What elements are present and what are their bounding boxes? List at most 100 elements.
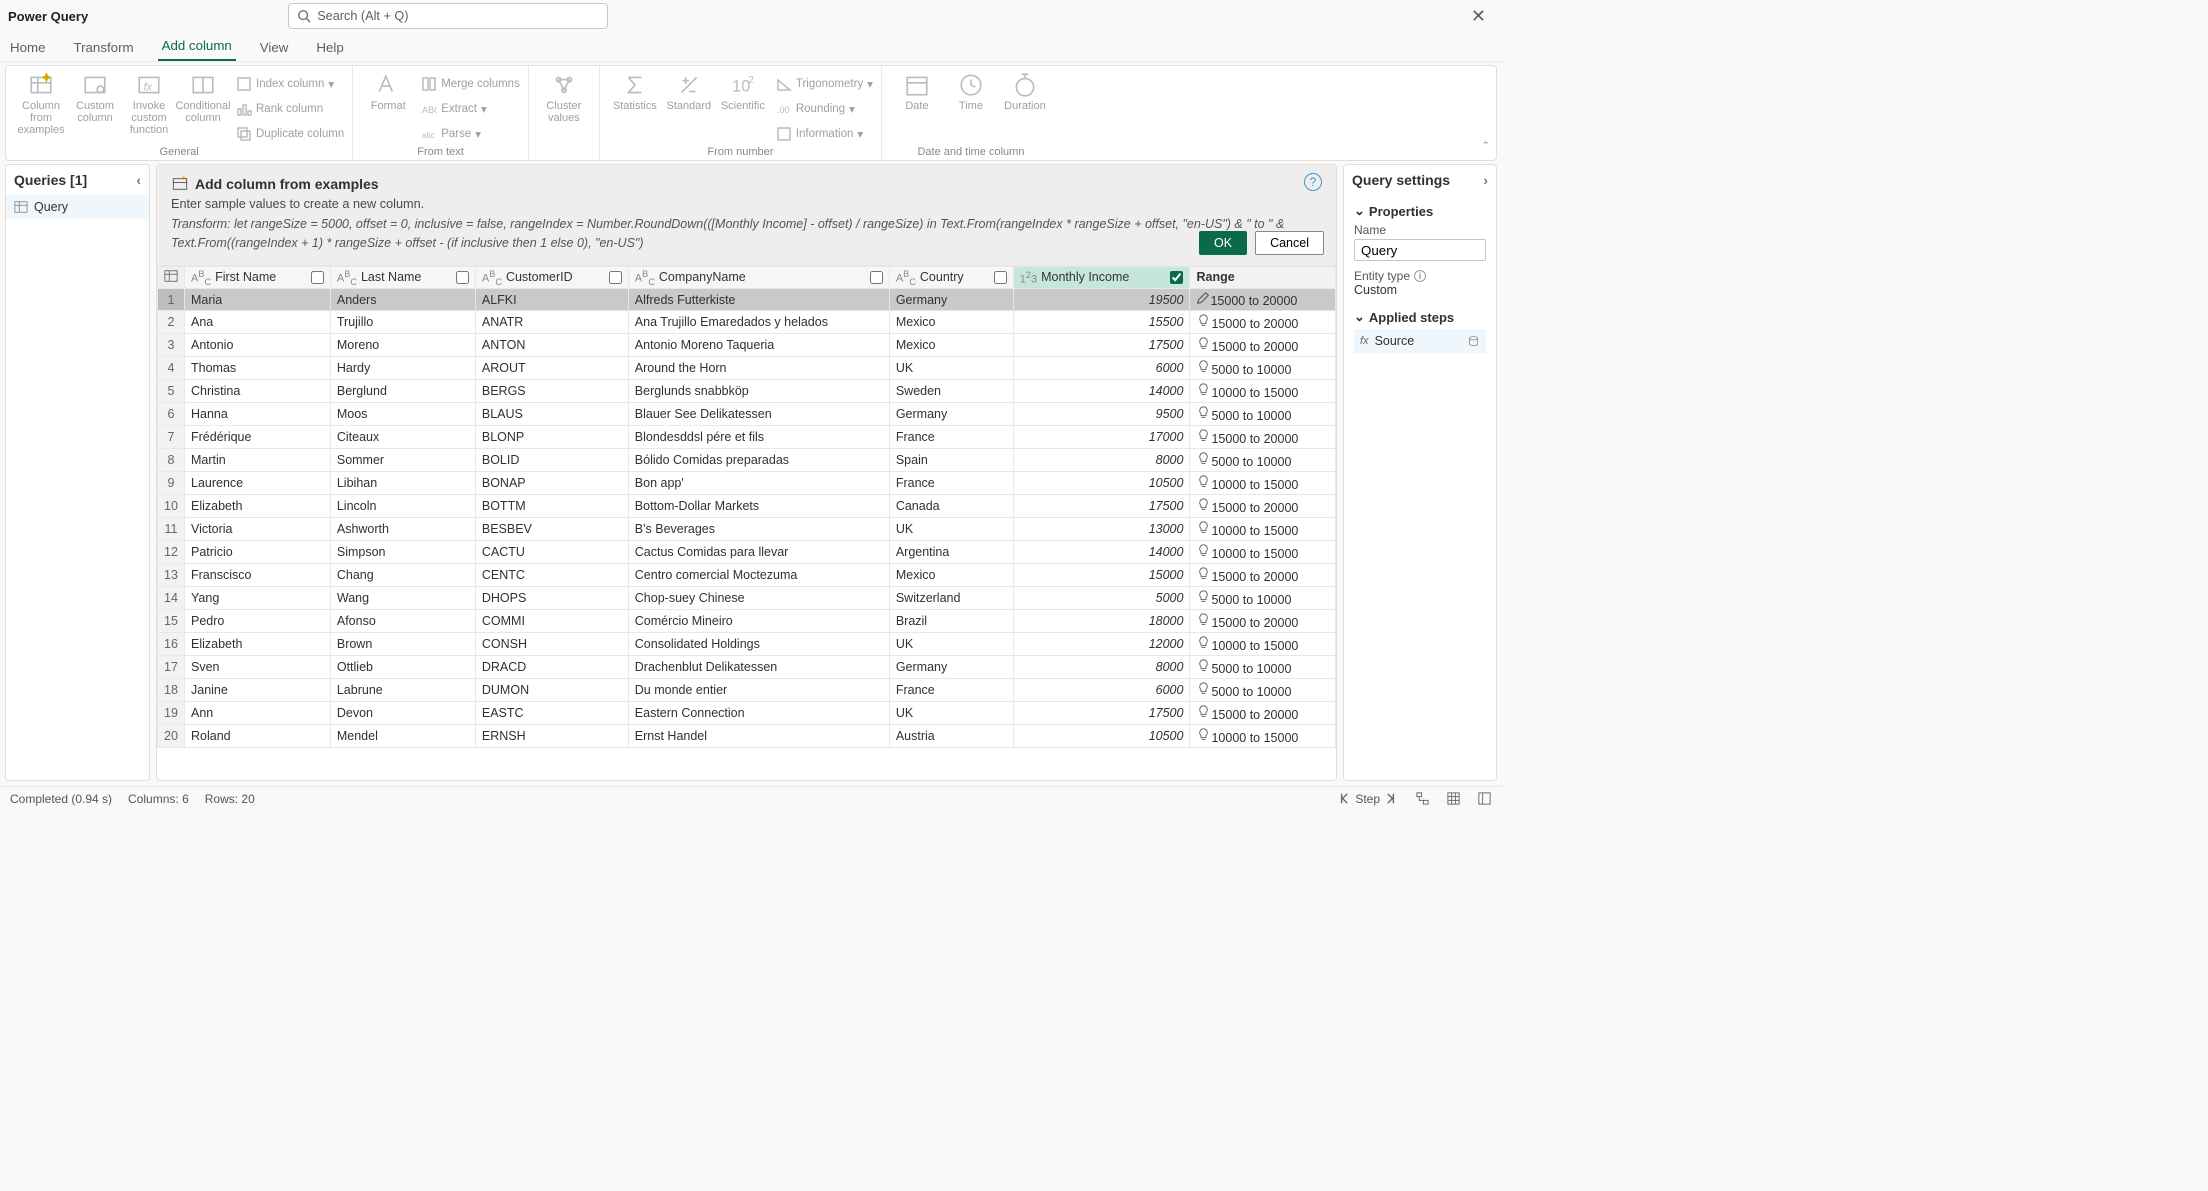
cell-last-name[interactable]: Devon — [330, 702, 475, 725]
cell-country[interactable]: France — [889, 679, 1013, 702]
cell-monthly-income[interactable]: 14000 — [1013, 380, 1190, 403]
cell-country[interactable]: Argentina — [889, 541, 1013, 564]
cell-country[interactable]: France — [889, 472, 1013, 495]
cell-country[interactable]: Switzerland — [889, 587, 1013, 610]
cell-range[interactable]: 15000 to 20000 — [1190, 564, 1336, 587]
cell-last-name[interactable]: Mendel — [330, 725, 475, 748]
column-checkbox[interactable] — [609, 271, 622, 284]
cell-customer-id[interactable]: COMMI — [475, 610, 628, 633]
cell-last-name[interactable]: Chang — [330, 564, 475, 587]
cell-monthly-income[interactable]: 8000 — [1013, 449, 1190, 472]
grid-view-icon[interactable] — [1446, 791, 1461, 806]
cell-country[interactable]: UK — [889, 518, 1013, 541]
cell-customer-id[interactable]: BESBEV — [475, 518, 628, 541]
cell-range[interactable]: 15000 to 20000 — [1190, 702, 1336, 725]
ribbon-time[interactable]: Time — [944, 70, 998, 145]
cell-first-name[interactable]: Ann — [185, 702, 331, 725]
table-row[interactable]: 14YangWangDHOPSChop-suey ChineseSwitzerl… — [158, 587, 1336, 610]
cell-last-name[interactable]: Wang — [330, 587, 475, 610]
cell-company-name[interactable]: Centro comercial Moctezuma — [628, 564, 889, 587]
close-icon[interactable]: ✕ — [1461, 6, 1496, 27]
ribbon-index-column[interactable]: Index column▾ — [236, 72, 344, 94]
table-row[interactable]: 15PedroAfonsoCOMMIComércio MineiroBrazil… — [158, 610, 1336, 633]
cell-range[interactable]: 5000 to 10000 — [1190, 656, 1336, 679]
cell-monthly-income[interactable]: 17000 — [1013, 426, 1190, 449]
cell-last-name[interactable]: Ottlieb — [330, 656, 475, 679]
applied-steps-toggle[interactable]: ⌄Applied steps — [1354, 309, 1486, 325]
cell-customer-id[interactable]: BLONP — [475, 426, 628, 449]
cell-customer-id[interactable]: EASTC — [475, 702, 628, 725]
cell-country[interactable]: Germany — [889, 656, 1013, 679]
cell-first-name[interactable]: Christina — [185, 380, 331, 403]
table-row[interactable]: 12PatricioSimpsonCACTUCactus Comidas par… — [158, 541, 1336, 564]
column-header-country[interactable]: ABCCountry — [889, 266, 1013, 289]
tab-transform[interactable]: Transform — [69, 36, 137, 61]
cell-customer-id[interactable]: DRACD — [475, 656, 628, 679]
table-row[interactable]: 20RolandMendelERNSHErnst HandelAustria10… — [158, 725, 1336, 748]
ribbon-scientific[interactable]: 102Scientific — [716, 70, 770, 145]
cell-country[interactable]: Austria — [889, 725, 1013, 748]
ribbon-parse[interactable]: abcParse▾ — [421, 122, 520, 144]
column-header-company-name[interactable]: ABCCompanyName — [628, 266, 889, 289]
table-row[interactable]: 17SvenOttliebDRACDDrachenblut Delikatess… — [158, 656, 1336, 679]
ribbon-trigonometry[interactable]: Trigonometry▾ — [776, 72, 873, 94]
cell-range[interactable]: 10000 to 15000 — [1190, 472, 1336, 495]
column-header-monthly-income[interactable]: 123Monthly Income — [1013, 266, 1190, 289]
cell-company-name[interactable]: Ana Trujillo Emaredados y helados — [628, 311, 889, 334]
collapse-settings-icon[interactable]: › — [1483, 172, 1488, 188]
ribbon-duration[interactable]: Duration — [998, 70, 1052, 145]
cell-monthly-income[interactable]: 10500 — [1013, 472, 1190, 495]
ribbon-date[interactable]: Date — [890, 70, 944, 145]
cell-monthly-income[interactable]: 8000 — [1013, 656, 1190, 679]
cell-monthly-income[interactable]: 12000 — [1013, 633, 1190, 656]
cell-company-name[interactable]: Berglunds snabbköp — [628, 380, 889, 403]
ribbon-cluster-values[interactable]: Cluster values — [537, 70, 591, 145]
cell-country[interactable]: Germany — [889, 289, 1013, 311]
ribbon-rank-column[interactable]: Rank column — [236, 97, 344, 119]
ribbon-standard[interactable]: Standard — [662, 70, 716, 145]
cell-customer-id[interactable]: BLAUS — [475, 403, 628, 426]
cell-company-name[interactable]: Ernst Handel — [628, 725, 889, 748]
table-row[interactable]: 13FransciscoChangCENTCCentro comercial M… — [158, 564, 1336, 587]
cell-first-name[interactable]: Laurence — [185, 472, 331, 495]
cell-monthly-income[interactable]: 6000 — [1013, 357, 1190, 380]
cell-last-name[interactable]: Moos — [330, 403, 475, 426]
tab-help[interactable]: Help — [312, 36, 347, 61]
cell-company-name[interactable]: Du monde entier — [628, 679, 889, 702]
table-row[interactable]: 16ElizabethBrownCONSHConsolidated Holdin… — [158, 633, 1336, 656]
row-number-header[interactable] — [158, 266, 185, 289]
cell-company-name[interactable]: Comércio Mineiro — [628, 610, 889, 633]
cell-company-name[interactable]: Eastern Connection — [628, 702, 889, 725]
column-header-customer-id[interactable]: ABCCustomerID — [475, 266, 628, 289]
cell-customer-id[interactable]: DUMON — [475, 679, 628, 702]
cell-range[interactable]: 15000 to 20000 — [1190, 289, 1336, 311]
ribbon-invoke-custom-function[interactable]: fx Invoke custom function — [122, 70, 176, 145]
cell-last-name[interactable]: Brown — [330, 633, 475, 656]
ribbon-custom-column[interactable]: Custom column — [68, 70, 122, 145]
query-name-input[interactable] — [1354, 239, 1486, 261]
table-row[interactable]: 11VictoriaAshworthBESBEVB's BeveragesUK1… — [158, 518, 1336, 541]
cell-company-name[interactable]: Around the Horn — [628, 357, 889, 380]
cell-first-name[interactable]: Frédérique — [185, 426, 331, 449]
cell-company-name[interactable]: Bottom-Dollar Markets — [628, 495, 889, 518]
search-input[interactable]: Search (Alt + Q) — [288, 3, 608, 29]
cell-company-name[interactable]: Alfreds Futterkiste — [628, 289, 889, 311]
data-grid[interactable]: ABCFirst Name ABCLast Name ABCCustomerID… — [157, 266, 1336, 781]
properties-section-toggle[interactable]: ⌄Properties — [1354, 203, 1486, 219]
cell-first-name[interactable]: Elizabeth — [185, 495, 331, 518]
cell-customer-id[interactable]: BONAP — [475, 472, 628, 495]
cell-last-name[interactable]: Berglund — [330, 380, 475, 403]
cell-company-name[interactable]: Drachenblut Delikatessen — [628, 656, 889, 679]
info-icon[interactable]: i — [1414, 270, 1426, 282]
cell-first-name[interactable]: Maria — [185, 289, 331, 311]
cell-customer-id[interactable]: BOTTM — [475, 495, 628, 518]
cell-first-name[interactable]: Elizabeth — [185, 633, 331, 656]
cell-last-name[interactable]: Sommer — [330, 449, 475, 472]
cell-first-name[interactable]: Patricio — [185, 541, 331, 564]
cell-country[interactable]: France — [889, 426, 1013, 449]
cell-monthly-income[interactable]: 5000 — [1013, 587, 1190, 610]
cell-country[interactable]: UK — [889, 633, 1013, 656]
table-row[interactable]: 9LaurenceLibihanBONAPBon app'France10500… — [158, 472, 1336, 495]
cell-customer-id[interactable]: CONSH — [475, 633, 628, 656]
table-row[interactable]: 4ThomasHardyAROUTAround the HornUK600050… — [158, 357, 1336, 380]
